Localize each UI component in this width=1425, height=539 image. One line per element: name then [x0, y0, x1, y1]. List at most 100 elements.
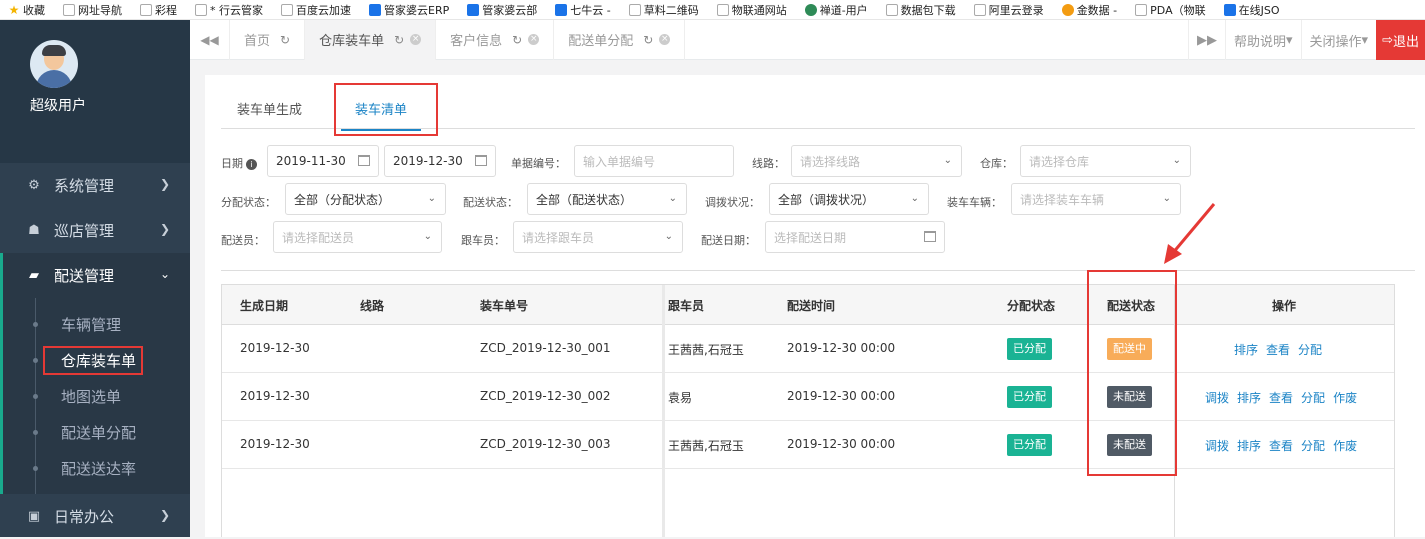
delivery-status-select[interactable]: 全部（配送状态） ⌄: [527, 183, 687, 215]
sort-link[interactable]: 排序: [1237, 391, 1261, 405]
truck-icon: ▰: [29, 268, 39, 283]
row-actions: 调拨 排序 查看 分配 作废: [1205, 437, 1365, 454]
bookmark-item[interactable]: 管家婆云ERP: [369, 2, 449, 18]
bookmark-item[interactable]: PDA（物联: [1135, 2, 1206, 18]
warehouse-select[interactable]: 请选择仓库 ⌄: [1020, 145, 1191, 177]
cloud-icon: [555, 3, 568, 16]
bookmark-item[interactable]: 金数据 -: [1061, 2, 1117, 18]
assign-status-select[interactable]: 全部（分配状态） ⌄: [285, 183, 446, 215]
tab-scroll-right-button[interactable]: ▶▶: [1187, 20, 1225, 60]
bookmark-item[interactable]: 管家婆云部: [467, 2, 537, 18]
delivery-status-label: 配送状态：: [463, 196, 518, 209]
bookmark-item[interactable]: 彩程: [140, 2, 177, 18]
star-icon: ★: [8, 2, 20, 17]
delivery-date-input[interactable]: 选择配送日期: [765, 221, 945, 253]
bookmarks-bar: ★ 收藏 网址导航 彩程 * 行云管家 百度云加速 管家婆云ERP 管家婆云部 七…: [0, 0, 1425, 20]
sidebar-item-warehouse-loading[interactable]: 仓库装车单: [3, 342, 190, 378]
exit-button[interactable]: ⇨ 退出: [1376, 20, 1425, 60]
table-row[interactable]: 2019-12-30 ZCD_2019-12-30_001 王茜茜,石冠玉 20…: [222, 325, 1394, 373]
app-icon: [804, 3, 817, 16]
close-icon[interactable]: ×: [410, 34, 422, 45]
warehouse-label: 仓库：: [980, 157, 1013, 170]
refresh-icon[interactable]: ↻: [280, 33, 290, 47]
sort-link[interactable]: 排序: [1237, 439, 1261, 453]
tab-generate-loading[interactable]: 装车单生成: [237, 93, 302, 129]
void-link[interactable]: 作废: [1333, 439, 1357, 453]
table-row[interactable]: 2019-12-30 ZCD_2019-12-30_003 王茜茜,石冠玉 20…: [222, 421, 1394, 469]
chevron-down-icon: ⌄: [427, 193, 436, 204]
highlight-box-tab: [334, 83, 438, 136]
refresh-icon[interactable]: ↻: [643, 33, 653, 47]
sidebar-item-daily[interactable]: ▣ 日常办公 ❯: [0, 494, 190, 539]
calendar-icon: [475, 155, 487, 166]
page-icon: [973, 3, 986, 16]
bookmark-item[interactable]: 草料二维码: [628, 2, 699, 18]
transfer-link[interactable]: 调拨: [1205, 391, 1229, 405]
route-select[interactable]: 请选择线路 ⌄: [791, 145, 962, 177]
user-profile: 超级用户: [0, 20, 190, 163]
highlight-box-delivery-status: [1087, 270, 1177, 476]
page-icon: [885, 3, 898, 16]
bookmark-item[interactable]: 物联通网站: [716, 2, 787, 18]
bookmark-item[interactable]: 阿里云登录: [973, 2, 1044, 18]
code-icon: [1223, 3, 1236, 16]
date-to-input[interactable]: 2019-12-30: [384, 145, 496, 177]
view-link[interactable]: 查看: [1266, 343, 1290, 357]
sidebar-nav: ⚙ 系统管理 ❯ ☗ 巡店管理 ❯ ▰ 配送管理 ⌄ 车辆管理 仓库装车单 地图…: [0, 163, 190, 539]
bookmark-item[interactable]: 七牛云 -: [555, 2, 611, 18]
view-link[interactable]: 查看: [1269, 439, 1293, 453]
view-link[interactable]: 查看: [1269, 391, 1293, 405]
avatar[interactable]: [30, 40, 78, 88]
transfer-link[interactable]: 调拨: [1205, 439, 1229, 453]
sidebar-item-vehicle[interactable]: 车辆管理: [3, 306, 190, 342]
sidebar-item-system[interactable]: ⚙ 系统管理 ❯: [0, 163, 190, 208]
bookmark-item[interactable]: 禅道-用户: [804, 2, 868, 18]
close-icon[interactable]: ×: [659, 34, 671, 45]
bookmark-item[interactable]: * 行云管家: [195, 2, 263, 18]
refresh-icon[interactable]: ↻: [394, 33, 404, 47]
chevron-down-icon: ⌄: [910, 193, 919, 204]
tab-home[interactable]: 首页 ↻: [230, 19, 306, 60]
close-ops-menu[interactable]: 关闭操作 ▾: [1300, 20, 1377, 60]
app-icon: [467, 3, 480, 16]
bookmark-item[interactable]: 在线JSO: [1223, 2, 1279, 18]
chevron-down-icon: ⌄: [668, 193, 677, 204]
tab-scroll-left-button[interactable]: ◀◀: [190, 19, 230, 60]
chevron-right-icon: ❯: [159, 508, 170, 522]
doc-no-input[interactable]: 输入单据编号: [574, 145, 734, 177]
bookmark-item[interactable]: 数据包下载: [885, 2, 956, 18]
assign-link[interactable]: 分配: [1301, 439, 1325, 453]
date-from-input[interactable]: 2019-11-30: [267, 145, 379, 177]
page-icon: [628, 3, 641, 16]
transfer-status-select[interactable]: 全部（调拨状况） ⌄: [769, 183, 929, 215]
date-label: 日期 i: [221, 155, 257, 171]
close-icon[interactable]: ×: [528, 34, 540, 45]
follower-select[interactable]: 请选择跟车员 ⌄: [513, 221, 683, 253]
tab-warehouse-loading[interactable]: 仓库装车单 ↻ ×: [305, 19, 437, 60]
row-actions: 排序 查看 分配: [1234, 341, 1330, 358]
void-link[interactable]: 作废: [1333, 391, 1357, 405]
table-header: 生成日期 线路 装车单号 跟车员 配送时间 分配状态 配送状态 操作: [222, 285, 1394, 325]
tab-dispatch-assign[interactable]: 配送单分配 ↻ ×: [554, 19, 686, 60]
transfer-status-label: 调拨状况：: [705, 196, 760, 209]
delivery-submenu: 车辆管理 仓库装车单 地图选单 配送单分配 配送送达率: [0, 298, 190, 494]
bookmark-favorites[interactable]: ★ 收藏: [8, 2, 45, 18]
sidebar-item-dispatch-assign[interactable]: 配送单分配: [3, 414, 190, 450]
sidebar-item-delivery[interactable]: ▰ 配送管理 ⌄: [0, 253, 190, 298]
refresh-icon[interactable]: ↻: [512, 33, 522, 47]
bookmark-item[interactable]: 网址导航: [63, 2, 122, 18]
vehicle-select[interactable]: 请选择装车车辆 ⌄: [1011, 183, 1181, 215]
courier-select[interactable]: 请选择配送员 ⌄: [273, 221, 442, 253]
user-name[interactable]: 超级用户: [30, 95, 86, 115]
bookmark-item[interactable]: 百度云加速: [281, 2, 351, 18]
table-row[interactable]: 2019-12-30 ZCD_2019-12-30_002 袁易 2019-12…: [222, 373, 1394, 421]
assign-link[interactable]: 分配: [1301, 391, 1325, 405]
tab-customer-info[interactable]: 客户信息 ↻ ×: [436, 19, 555, 60]
sort-link[interactable]: 排序: [1234, 343, 1258, 357]
assign-link[interactable]: 分配: [1298, 343, 1322, 357]
sidebar-item-patrol[interactable]: ☗ 巡店管理 ❯: [0, 208, 190, 253]
sidebar-item-delivery-rate[interactable]: 配送送达率: [3, 450, 190, 486]
help-menu[interactable]: 帮助说明 ▾: [1224, 20, 1301, 60]
status-badge: 已分配: [1007, 386, 1052, 408]
sidebar-item-map-select[interactable]: 地图选单: [3, 378, 190, 414]
